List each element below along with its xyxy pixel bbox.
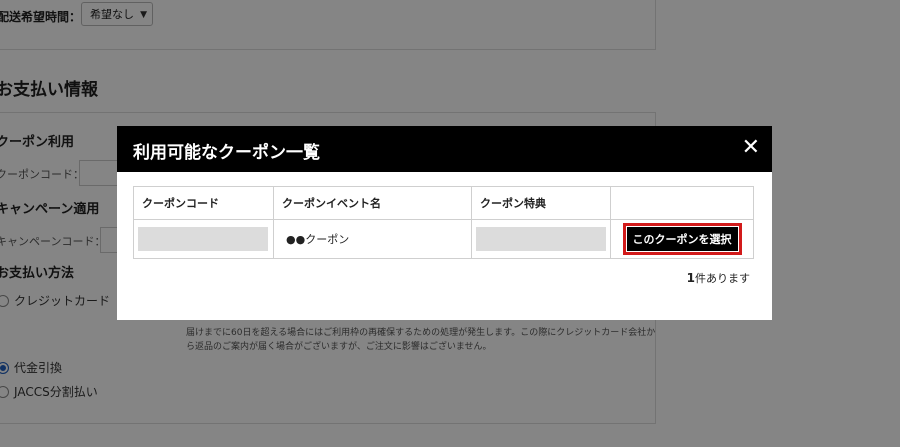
table-row: ●●クーポン このクーポンを選択: [133, 219, 754, 259]
result-count: 1件あります: [687, 270, 750, 286]
coupon-code-cell: [133, 219, 274, 259]
benefit-cell: [471, 219, 611, 259]
column-header-event-name: クーポンイベント名: [273, 186, 472, 220]
select-coupon-button[interactable]: このクーポンを選択: [622, 223, 742, 255]
column-header-benefit: クーポン特典: [471, 186, 611, 220]
column-header-coupon-code: クーポンコード: [133, 186, 274, 220]
modal-title: 利用可能なクーポン一覧: [133, 143, 320, 163]
modal-header: 利用可能なクーポン一覧 ✕: [117, 126, 772, 172]
benefit-placeholder: [476, 227, 606, 251]
action-cell: このクーポンを選択: [610, 219, 754, 259]
result-count-number: 1: [686, 271, 695, 285]
close-icon[interactable]: ✕: [742, 136, 760, 160]
result-count-suffix: 件あります: [695, 272, 750, 285]
coupon-table: クーポンコード クーポンイベント名 クーポン特典 ●●クーポン このクーポンを選…: [133, 186, 754, 259]
column-header-action: [610, 186, 754, 220]
event-name-cell: ●●クーポン: [273, 219, 472, 259]
table-header-row: クーポンコード クーポンイベント名 クーポン特典: [133, 186, 754, 220]
coupon-code-placeholder: [138, 227, 268, 251]
coupon-modal: 利用可能なクーポン一覧 ✕ クーポンコード クーポンイベント名 クーポン特典 ●…: [117, 126, 772, 320]
